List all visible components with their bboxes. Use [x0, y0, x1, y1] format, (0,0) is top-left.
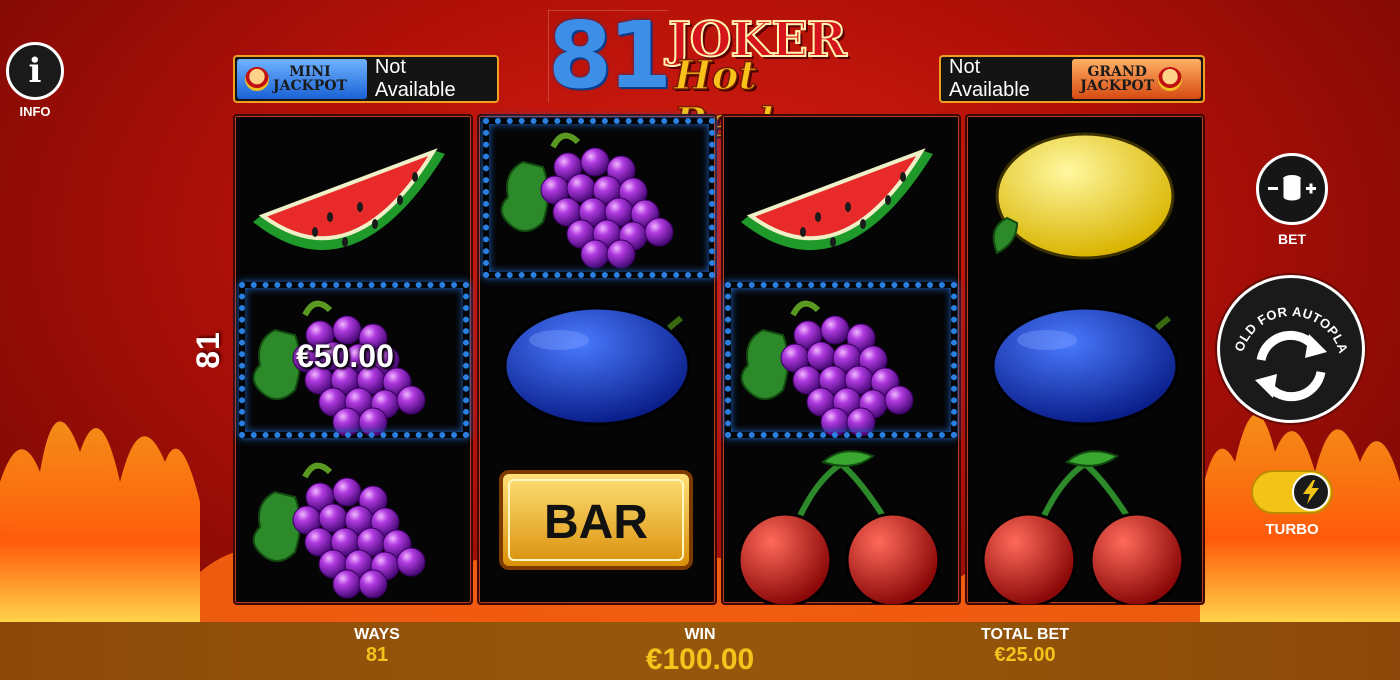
joker-face-icon: [245, 67, 269, 91]
spin-arrows-icon: [1255, 330, 1327, 402]
logo-number: 81: [548, 2, 672, 109]
mini-jackpot-line2: JACKPOT: [273, 78, 347, 94]
ways-banner: 81 WAYS: [190, 302, 263, 397]
win-label: WIN: [684, 626, 716, 643]
bet-button[interactable]: [1256, 153, 1328, 225]
turbo-label: TURBO: [1265, 521, 1319, 538]
bar-symbol-text: BAR: [544, 496, 648, 549]
grand-jackpot-panel: Not Available GRAND JACKPOT: [939, 55, 1205, 103]
game-logo: 81 JOKER Hot Reels: [548, 2, 878, 147]
symbol-bar: BAR: [479, 442, 715, 604]
grand-jackpot-value: Not Available: [949, 56, 1030, 101]
symbol-plum: [479, 280, 715, 442]
symbol-cherries: [967, 442, 1203, 604]
win-stat: WIN €100.00: [600, 622, 800, 676]
reel-4: [965, 114, 1205, 605]
ways-value: 81: [365, 644, 389, 666]
grand-jackpot-line2: JACKPOT: [1080, 78, 1155, 94]
spin-button[interactable]: HOLD FOR AUTOPLAY: [1217, 275, 1365, 423]
info-icon: i: [28, 51, 42, 91]
mini-jackpot-badge: MINI JACKPOT: [237, 59, 367, 99]
symbol-watermelon: [235, 118, 471, 280]
svg-text:HOLD FOR AUTOPLAY: HOLD FOR AUTOPLAY: [1220, 278, 1351, 356]
autoplay-hint: HOLD FOR AUTOPLAY: [1220, 278, 1351, 356]
symbol-plum: [967, 280, 1203, 442]
symbol-cherries: [723, 442, 959, 604]
lightning-icon: [1303, 480, 1319, 504]
total-bet-stat: TOTAL BET €25.00: [950, 622, 1100, 667]
bottom-status-bar: WAYS 81 WIN €100.00 TOTAL BET €25.00: [0, 622, 1400, 680]
symbol-lemon: [967, 118, 1203, 280]
win-value: €100.00: [645, 643, 755, 676]
mini-jackpot-panel: MINI JACKPOT Not Available: [233, 55, 499, 103]
joker-face-icon: [1158, 67, 1183, 91]
symbol-watermelon: [723, 118, 959, 280]
turbo-knob: [1292, 473, 1330, 511]
bet-label: BET: [1278, 231, 1306, 247]
win-frame-reel3: [725, 282, 957, 438]
info-button[interactable]: i: [6, 42, 64, 100]
win-frame-reel2: [483, 118, 715, 278]
info-label: INFO: [19, 104, 51, 119]
symbol-grapes: [235, 442, 471, 604]
ways-stat: WAYS 81: [327, 622, 427, 667]
grand-jackpot-badge: GRAND JACKPOT: [1072, 59, 1201, 99]
total-bet-label: TOTAL BET: [981, 626, 1069, 643]
coin-stack-icon: [1268, 175, 1316, 202]
ways-label: WAYS: [354, 626, 400, 643]
turbo-toggle[interactable]: [1251, 470, 1333, 514]
win-amount-label: €50.00: [296, 338, 394, 374]
mini-jackpot-value: Not Available: [374, 56, 456, 101]
total-bet-value: €25.00: [994, 644, 1056, 666]
